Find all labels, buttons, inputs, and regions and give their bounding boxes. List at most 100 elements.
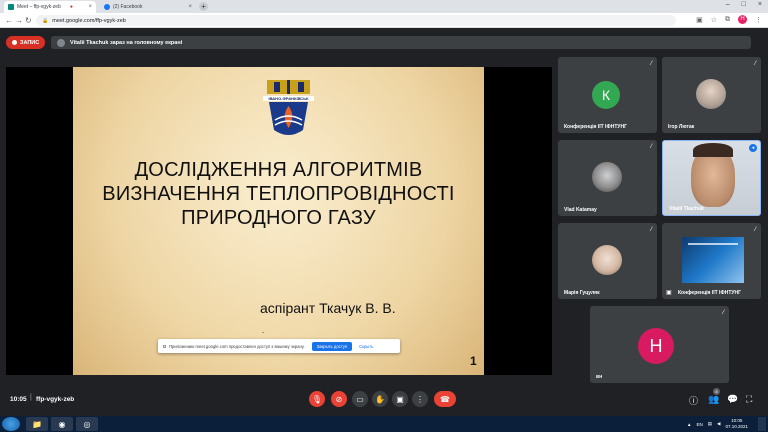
- presenter-banner-text: Vitalii Tkachuk зараз на головному екран…: [70, 39, 183, 46]
- lock-icon: 🔒: [42, 17, 49, 24]
- participant-name: вн: [596, 374, 603, 380]
- close-icon[interactable]: ×: [88, 4, 92, 10]
- url-text: meet.google.com/ffp-vgyk-zeb: [52, 17, 126, 24]
- more-icon: ⋮: [416, 394, 424, 404]
- avatar: Н: [638, 328, 674, 364]
- profile-avatar[interactable]: H: [738, 15, 747, 24]
- camera-off-icon: ⊘: [335, 394, 343, 404]
- participant-hair: [693, 143, 733, 157]
- participant-tile[interactable]: К ⁄ Конференція ІІТ ІФНТУНГ: [558, 57, 657, 133]
- slide-dot: .: [262, 326, 265, 335]
- participant-name: Vitalii Tkachuk: [669, 206, 704, 212]
- facebook-favicon-icon: [104, 4, 110, 10]
- recording-label: ЗАПИС: [20, 39, 40, 46]
- close-window-icon[interactable]: ×: [758, 1, 762, 8]
- mic-toggle-button[interactable]: 🎙: [309, 391, 325, 407]
- forward-icon[interactable]: →: [15, 16, 23, 25]
- participant-tile[interactable]: ⁄ Ігор Лютак: [662, 57, 761, 133]
- mic-off-icon: ⁄: [650, 227, 652, 233]
- participant-tile[interactable]: ⁄ ▣ Конференція ІІТ ІФНТУНГ: [662, 223, 761, 299]
- stop-sharing-button[interactable]: Закрыть доступ: [311, 341, 353, 351]
- reload-icon[interactable]: ↻: [25, 16, 32, 25]
- start-button[interactable]: [2, 417, 20, 431]
- meet-favicon-icon: [8, 4, 14, 10]
- participant-name: Vlad Katamay: [564, 207, 597, 213]
- avatar: [592, 245, 622, 275]
- hide-button[interactable]: Скрыть: [359, 344, 373, 349]
- close-icon[interactable]: ×: [188, 4, 192, 10]
- browser-tab-strip: Meet – ffp-vgyk-zeb ● × (2) Facebook × +…: [0, 0, 768, 13]
- meeting-code: ffp-vgyk-zeb: [36, 396, 75, 403]
- window-controls: – □ ×: [726, 1, 762, 8]
- menu-icon[interactable]: ⋮: [755, 16, 762, 24]
- camera-toggle-button[interactable]: ⊘: [331, 391, 347, 407]
- browser-toolbar: ← → ↻ 🔒 meet.google.com/ffp-vgyk-zeb ▣ ☆…: [0, 13, 768, 28]
- chat-icon[interactable]: 💬: [727, 394, 738, 405]
- hand-icon: ✋: [375, 394, 385, 404]
- viber-icon[interactable]: ◉: [51, 417, 73, 431]
- keyboard-language[interactable]: EN: [696, 422, 702, 427]
- back-icon[interactable]: ←: [5, 16, 13, 25]
- avatar: [592, 162, 622, 192]
- slide-title: ДОСЛІДЖЕННЯ АЛГОРИТМІВ ВИЗНАЧЕННЯ ТЕПЛОП…: [73, 158, 484, 230]
- leave-call-button[interactable]: ☎: [434, 391, 456, 407]
- network-icon[interactable]: ▤: [708, 421, 712, 427]
- mic-off-icon: ⁄: [722, 310, 724, 316]
- share-notification-text: Приложению meet.google.com предоставлен …: [169, 343, 305, 349]
- star-icon[interactable]: ☆: [711, 16, 717, 24]
- captions-icon: ▭: [356, 394, 364, 404]
- recording-badge: ЗАПИС: [6, 36, 46, 49]
- mic-off-icon: ⁄: [754, 61, 756, 67]
- tray-arrow-icon[interactable]: ▲: [687, 422, 691, 427]
- avatar: [696, 79, 726, 109]
- more-options-button[interactable]: ⋮: [412, 391, 428, 407]
- captions-button[interactable]: ▭: [352, 391, 368, 407]
- slide-title-line: ВИЗНАЧЕННЯ ТЕПЛОПРОВІДНОСТІ: [102, 183, 455, 205]
- clock[interactable]: 10:05 07.10.2021: [725, 418, 748, 430]
- participant-tile-speaking[interactable]: ◂ Vitalii Tkachuk: [662, 140, 761, 216]
- people-icon[interactable]: 👥: [708, 394, 719, 405]
- address-bar[interactable]: 🔒 meet.google.com/ffp-vgyk-zeb: [36, 15, 676, 26]
- windows-taskbar: 📁 ◉ ◎ ▲ EN ▤ ◀ 10:05 07.10.2021: [0, 416, 768, 432]
- present-icon: ▣: [396, 394, 404, 404]
- extensions-icon[interactable]: ⧉: [725, 16, 730, 24]
- chrome-icon[interactable]: ◎: [76, 417, 98, 431]
- participant-name: Конференція ІІТ ІФНТУНГ: [678, 290, 741, 296]
- new-tab-button[interactable]: +: [199, 2, 208, 11]
- university-logo-icon: ІВАНО-ФРАНКІВСЬК: [263, 80, 314, 135]
- info-icon[interactable]: ⓘ: [689, 394, 698, 407]
- tab-title: (2) Facebook: [113, 4, 143, 10]
- show-desktop-button[interactable]: [758, 417, 766, 431]
- hang-up-icon: ☎: [440, 394, 450, 404]
- screen-share-notification: Приложению meet.google.com предоставлен …: [158, 339, 400, 353]
- present-button[interactable]: ▣: [392, 391, 408, 407]
- logo-text: ІВАНО-ФРАНКІВСЬК: [268, 96, 309, 101]
- participant-tile[interactable]: Н ⁄ вн: [590, 306, 729, 383]
- tab-meet[interactable]: Meet – ffp-vgyk-zeb ● ×: [4, 1, 96, 13]
- activities-icon[interactable]: ⛶: [746, 394, 752, 405]
- presenter-banner: Vitalii Tkachuk зараз на головному екран…: [51, 36, 751, 49]
- camera-icon[interactable]: ▣: [696, 16, 703, 24]
- share-indicator-icon: [163, 344, 166, 348]
- participant-tile[interactable]: ⁄ Vlad Katamay: [558, 140, 657, 216]
- participant-tile[interactable]: ⁄ Марія Гуцуляк: [558, 223, 657, 299]
- screen-share-line: [688, 243, 738, 245]
- maximize-icon[interactable]: □: [742, 1, 746, 8]
- slide-title-line: ДОСЛІДЖЕННЯ АЛГОРИТМІВ: [134, 159, 423, 181]
- mic-off-icon: 🎙: [311, 394, 323, 404]
- present-icon: ▣: [666, 290, 672, 296]
- avatar: К: [592, 81, 620, 109]
- system-tray: ▲ EN ▤ ◀ 10:05 07.10.2021: [687, 418, 748, 430]
- explorer-icon[interactable]: 📁: [26, 417, 48, 431]
- raise-hand-button[interactable]: ✋: [372, 391, 388, 407]
- volume-icon[interactable]: ◀: [717, 421, 720, 427]
- mic-off-icon: ⁄: [754, 227, 756, 233]
- slide-page-number: 1: [470, 354, 477, 368]
- slide-title-line: ПРИРОДНОГО ГАЗУ: [181, 207, 376, 229]
- tab-facebook[interactable]: (2) Facebook ×: [100, 1, 196, 13]
- clock-date: 07.10.2021: [725, 424, 748, 429]
- participant-name: Конференція ІІТ ІФНТУНГ: [564, 124, 627, 130]
- minimize-icon[interactable]: –: [726, 1, 730, 8]
- participant-name: Марія Гуцуляк: [564, 290, 600, 296]
- record-dot-icon: [12, 40, 17, 45]
